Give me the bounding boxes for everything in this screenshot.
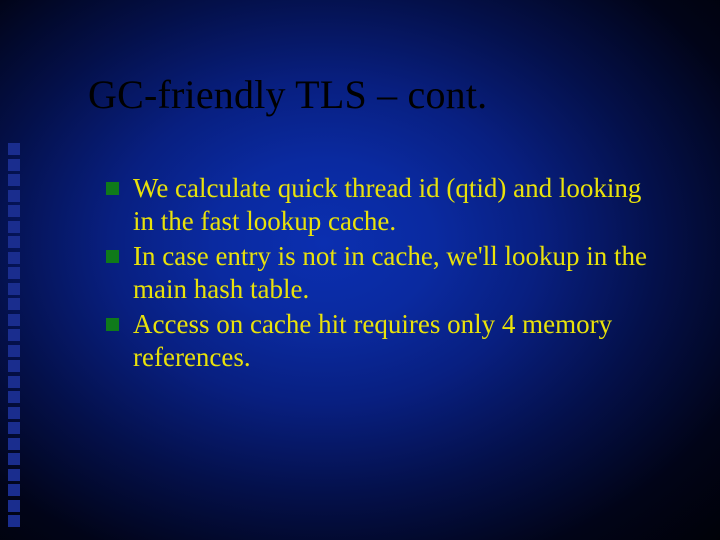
square-bullet-icon bbox=[106, 182, 119, 195]
bullet-text: We calculate quick thread id (qtid) and … bbox=[133, 172, 666, 238]
bullet-text: Access on cache hit requires only 4 memo… bbox=[133, 308, 666, 374]
slide-title: GC-friendly TLS – cont. bbox=[88, 74, 487, 116]
square-bullet-icon bbox=[106, 318, 119, 331]
square-bullet-icon bbox=[106, 250, 119, 263]
bullet-item: In case entry is not in cache, we'll loo… bbox=[106, 240, 666, 306]
bullet-text: In case entry is not in cache, we'll loo… bbox=[133, 240, 666, 306]
decor-left-squares bbox=[8, 143, 20, 527]
bullet-item: We calculate quick thread id (qtid) and … bbox=[106, 172, 666, 238]
slide: GC-friendly TLS – cont. We calculate qui… bbox=[0, 0, 720, 540]
slide-body: We calculate quick thread id (qtid) and … bbox=[106, 172, 666, 376]
bullet-item: Access on cache hit requires only 4 memo… bbox=[106, 308, 666, 374]
